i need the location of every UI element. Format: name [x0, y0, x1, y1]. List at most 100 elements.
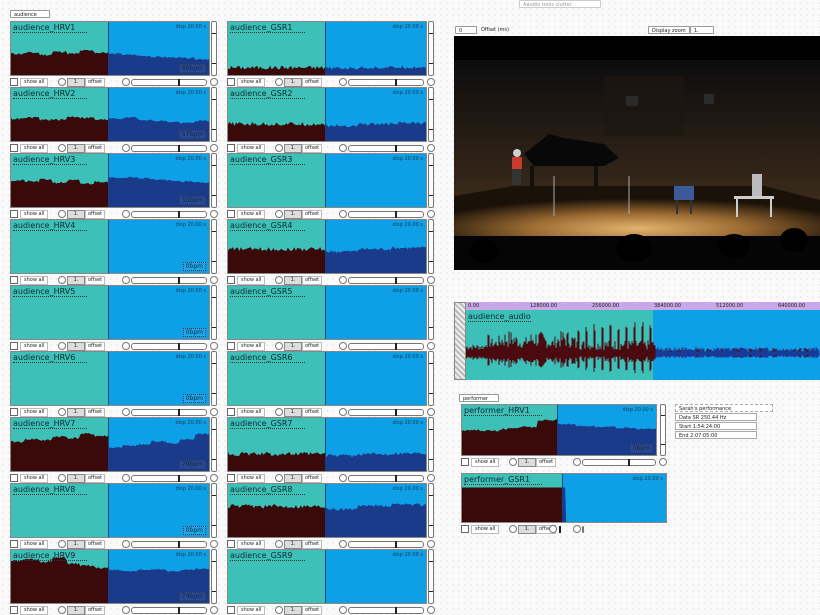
show-all-checkbox[interactable]: [227, 78, 235, 86]
scrub-knob[interactable]: [177, 343, 180, 350]
gsr-plot[interactable]: performer_GSR1 disp 20.00 s: [461, 473, 667, 523]
scrub-slider[interactable]: [131, 475, 207, 482]
offset-value[interactable]: 1.: [284, 276, 302, 285]
show-all-checkbox[interactable]: [227, 342, 235, 350]
offset-toggle[interactable]: [275, 408, 283, 416]
plot-scale-slider[interactable]: [428, 285, 434, 340]
gsr-plot[interactable]: audience_GSR7 disp 20.00 s: [227, 417, 427, 472]
show-all-checkbox[interactable]: [10, 144, 18, 152]
end-toggle[interactable]: [427, 144, 435, 152]
scrub-slider[interactable]: [131, 79, 207, 86]
hrv-plot[interactable]: audience_HRV4 disp 20.00 s 0bpm: [10, 219, 210, 274]
offset-toggle[interactable]: [509, 458, 517, 466]
plot-scale-slider[interactable]: [428, 21, 434, 76]
show-all-checkbox[interactable]: [227, 540, 235, 548]
end-toggle[interactable]: [427, 540, 435, 548]
offset-value[interactable]: 1.: [284, 342, 302, 351]
scrub-slider[interactable]: [348, 211, 424, 218]
end-toggle[interactable]: [427, 408, 435, 416]
end-toggle[interactable]: [210, 540, 218, 548]
scrub-slider[interactable]: [131, 409, 207, 416]
offset-toggle[interactable]: [275, 210, 283, 218]
scrub-knob[interactable]: [394, 607, 397, 614]
offset-value[interactable]: 1.: [284, 408, 302, 417]
scrub-slider[interactable]: [348, 409, 424, 416]
offset-toggle[interactable]: [58, 78, 66, 86]
scrub-toggle[interactable]: [122, 606, 130, 614]
scrub-knob[interactable]: [394, 343, 397, 350]
end-toggle[interactable]: [210, 606, 218, 614]
scrub-knob[interactable]: [627, 459, 630, 466]
plot-scale-slider[interactable]: [428, 483, 434, 538]
show-all-checkbox[interactable]: [461, 458, 469, 466]
end-toggle[interactable]: [210, 78, 218, 86]
gsr-plot[interactable]: audience_GSR9 disp 20.00 s: [227, 549, 427, 604]
scrub-toggle[interactable]: [122, 210, 130, 218]
plot-scale-slider[interactable]: [428, 219, 434, 274]
plot-scale-slider[interactable]: [211, 21, 217, 76]
show-all-checkbox[interactable]: [10, 342, 18, 350]
plot-scale-slider[interactable]: [211, 417, 217, 472]
show-all-checkbox[interactable]: [10, 540, 18, 548]
gsr-plot[interactable]: audience_GSR8 disp 20.00 s: [227, 483, 427, 538]
offset-toggle[interactable]: [58, 210, 66, 218]
audience-audio-waveform[interactable]: 0.00 128000.00 256000.00 384000.00 51200…: [454, 302, 820, 380]
offset-value[interactable]: 1.: [67, 144, 85, 153]
scrub-toggle[interactable]: [339, 210, 347, 218]
scrub-toggle[interactable]: [122, 342, 130, 350]
offset-toggle[interactable]: [275, 342, 283, 350]
end-toggle[interactable]: [210, 210, 218, 218]
end-toggle[interactable]: [427, 606, 435, 614]
hrv-plot[interactable]: audience_HRV6 disp 20.00 s 0bpm: [10, 351, 210, 406]
end-toggle[interactable]: [549, 525, 557, 533]
show-all-checkbox[interactable]: [227, 606, 235, 614]
scrub-knob[interactable]: [559, 526, 562, 533]
offset-value[interactable]: 1.: [67, 408, 85, 417]
show-all-checkbox[interactable]: [10, 210, 18, 218]
scrub-knob[interactable]: [177, 79, 180, 86]
scrub-toggle[interactable]: [339, 78, 347, 86]
hrv-plot[interactable]: audience_HRV3 disp 20.00 s 55bpm: [10, 153, 210, 208]
show-all-checkbox[interactable]: [227, 276, 235, 284]
scrub-knob[interactable]: [394, 79, 397, 86]
scrub-toggle[interactable]: [573, 458, 581, 466]
gsr-plot[interactable]: audience_GSR6 disp 20.00 s: [227, 351, 427, 406]
gsr-plot[interactable]: audience_GSR5 disp 20.00 s: [227, 285, 427, 340]
show-all-checkbox[interactable]: [10, 474, 18, 482]
scrub-toggle[interactable]: [339, 408, 347, 416]
offset-value[interactable]: 1.: [518, 525, 536, 534]
gsr-plot[interactable]: audience_GSR2 disp 20.00 s: [227, 87, 427, 142]
show-all-checkbox[interactable]: [227, 144, 235, 152]
scrub-slider[interactable]: [348, 607, 424, 614]
hrv-plot[interactable]: audience_HRV7 disp 20.00 s 79bpm: [10, 417, 210, 472]
scrub-knob[interactable]: [394, 145, 397, 152]
scrub-toggle[interactable]: [339, 540, 347, 548]
scrub-slider[interactable]: [131, 145, 207, 152]
end-toggle[interactable]: [210, 408, 218, 416]
hrv-plot[interactable]: audience_HRV1 disp 20.00 s 66bpm: [10, 21, 210, 76]
offset-value[interactable]: 1.: [67, 342, 85, 351]
video-offset-input[interactable]: 0: [455, 26, 477, 34]
scrub-toggle[interactable]: [339, 276, 347, 284]
scrub-toggle[interactable]: [122, 408, 130, 416]
end-toggle[interactable]: [427, 78, 435, 86]
offset-toggle[interactable]: [58, 474, 66, 482]
offset-toggle[interactable]: [58, 540, 66, 548]
end-toggle[interactable]: [210, 144, 218, 152]
scrub-slider[interactable]: [348, 79, 424, 86]
scrub-toggle[interactable]: [339, 606, 347, 614]
scrub-toggle[interactable]: [122, 144, 130, 152]
end-toggle[interactable]: [427, 276, 435, 284]
offset-toggle[interactable]: [58, 144, 66, 152]
offset-value[interactable]: 1.: [67, 78, 85, 87]
plot-scale-slider[interactable]: [211, 87, 217, 142]
offset-toggle[interactable]: [275, 606, 283, 614]
plot-scale-slider[interactable]: [428, 153, 434, 208]
end-toggle[interactable]: [210, 474, 218, 482]
plot-scale-slider[interactable]: [211, 285, 217, 340]
end-toggle[interactable]: [427, 210, 435, 218]
scrub-toggle[interactable]: [339, 474, 347, 482]
offset-toggle[interactable]: [275, 276, 283, 284]
scrub-knob[interactable]: [394, 541, 397, 548]
scrub-slider[interactable]: [348, 343, 424, 350]
